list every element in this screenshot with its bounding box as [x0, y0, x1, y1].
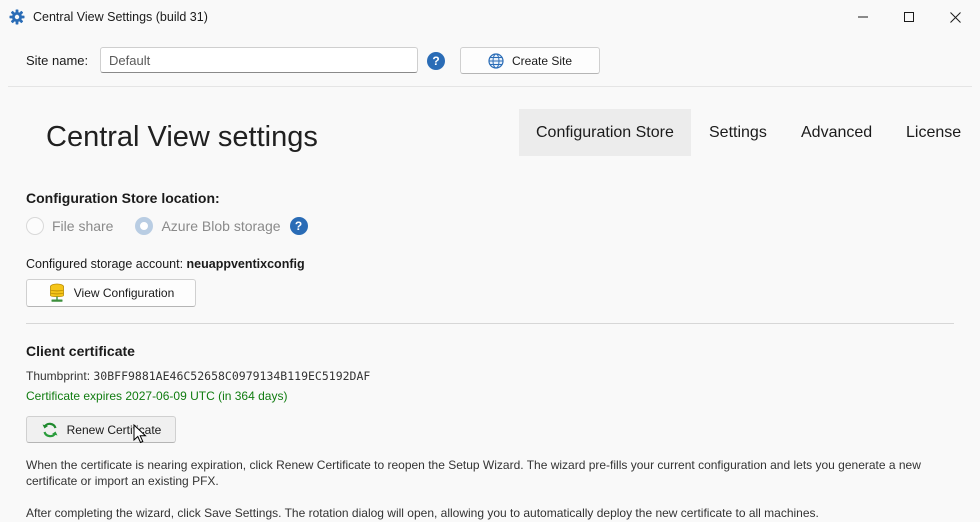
minimize-icon [858, 16, 868, 18]
file-share-radio[interactable] [26, 217, 44, 235]
thumbprint-line: Thumbprint: 30BFF9881AE46C52658C0979134B… [26, 369, 370, 383]
title-bar: Central View Settings (build 31) [0, 0, 980, 34]
gear-icon [9, 9, 25, 25]
page-title: Central View settings [46, 121, 318, 153]
section-divider [26, 323, 954, 324]
certificate-expiry: Certificate expires 2027-06-09 UTC (in 3… [26, 389, 288, 403]
tab-configuration-store[interactable]: Configuration Store [519, 109, 691, 156]
create-site-label: Create Site [511, 53, 573, 68]
minimize-button[interactable] [840, 0, 886, 34]
storage-help-icon[interactable]: ? [289, 217, 308, 235]
refresh-icon [42, 422, 58, 437]
close-icon [949, 11, 961, 23]
storage-location-group: File share Azure Blob storage ? [26, 216, 308, 236]
maximize-button[interactable] [886, 0, 932, 34]
database-icon [49, 283, 64, 302]
certificate-heading: Client certificate [26, 343, 135, 359]
header-divider [8, 86, 972, 87]
renew-certificate-button[interactable]: Renew Certificate [26, 416, 176, 443]
azure-blob-label: Azure Blob storage [161, 218, 281, 234]
tab-label: License [906, 123, 962, 141]
view-configuration-label: View Configuration [73, 286, 175, 300]
renew-description-line1: When the certificate is nearing expirati… [26, 458, 921, 472]
storage-account-value: neuappventixconfig [186, 257, 305, 271]
renew-description-line2: certificate or import an existing PFX. [26, 474, 219, 488]
tab-label: Settings [709, 123, 767, 141]
tab-license[interactable]: License [888, 109, 978, 156]
create-site-button[interactable]: Create Site [460, 47, 600, 74]
storage-account-label: Configured storage account: [26, 257, 184, 271]
window-title: Central View Settings (build 31) [33, 10, 208, 24]
renew-certificate-label: Renew Certificate [66, 422, 162, 437]
site-row: Site name: ? Create Site [0, 40, 980, 84]
tab-label: Configuration Store [536, 123, 674, 141]
config-store-heading: Configuration Store location: [26, 190, 220, 206]
tab-bar: Configuration Store Settings Advanced Li… [519, 109, 978, 156]
storage-account-line: Configured storage account: neuappventix… [26, 257, 305, 271]
file-share-label: File share [52, 218, 114, 234]
view-configuration-button[interactable]: View Configuration [26, 279, 196, 307]
site-name-label: Site name: [26, 53, 89, 68]
close-button[interactable] [932, 0, 978, 34]
mouse-cursor-icon [133, 424, 147, 444]
site-help-icon[interactable]: ? [427, 52, 445, 70]
maximize-icon [904, 12, 914, 22]
tab-settings[interactable]: Settings [691, 109, 783, 156]
globe-icon [488, 52, 504, 69]
thumbprint-value: 30BFF9881AE46C52658C0979134B119EC5192DAF [93, 369, 371, 383]
thumbprint-label: Thumbprint: [26, 369, 91, 383]
azure-blob-radio[interactable] [135, 217, 154, 235]
tab-advanced[interactable]: Advanced [783, 109, 888, 156]
site-name-input[interactable] [100, 47, 418, 73]
save-description: After completing the wizard, click Save … [26, 506, 819, 520]
renew-description: When the certificate is nearing expirati… [26, 457, 936, 489]
tab-label: Advanced [801, 123, 873, 141]
